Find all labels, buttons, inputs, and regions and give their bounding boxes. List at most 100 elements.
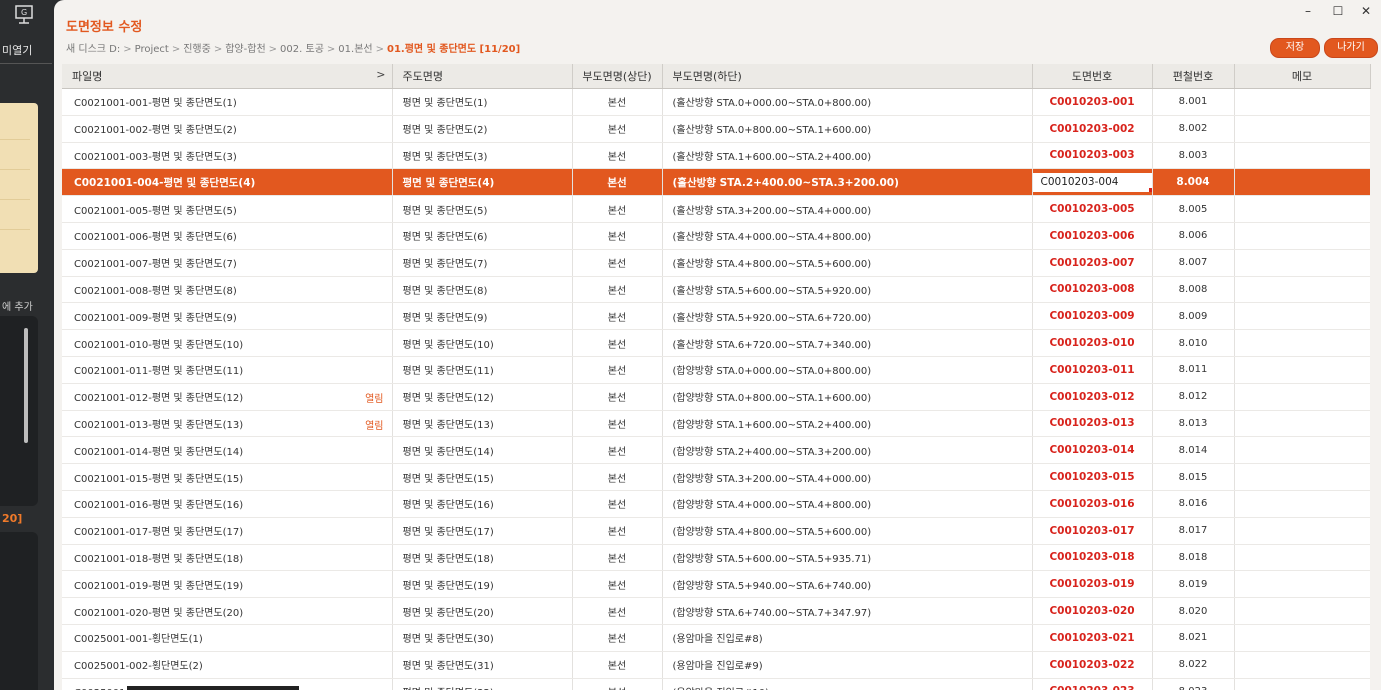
cell-memo[interactable] [1233,329,1370,357]
breadcrumb-item[interactable]: 진행중 [183,44,211,55]
table-row[interactable]: C0021001-015-평면 및 종단면도(15) 평면 및 종단면도(15) 본… [62,463,1370,491]
cell-sub-top[interactable]: 본선 [571,436,662,465]
cell-sub-bottom[interactable]: (용암마을 진입로#8) [661,624,1032,652]
table-row[interactable]: C0021001-017-평면 및 종단면도(17) 평면 및 종단면도(17) 본… [62,517,1370,545]
cell-main-title[interactable]: 평면 및 종단면도(11) [391,356,572,384]
cell-memo[interactable] [1233,222,1370,250]
cell-drawing-no[interactable]: C0010203-005 [1031,195,1152,223]
cell-file-name[interactable]: C0025001-001-횡단면도(1) [62,624,392,652]
cell-memo[interactable] [1233,678,1370,690]
cell-file-name[interactable]: C0021001-012-평면 및 종단면도(12) 열림 [62,383,392,411]
cell-file-name[interactable]: C0021001-015-평면 및 종단면도(15) [62,463,392,491]
column-header-memo[interactable]: 메모 [1234,64,1371,89]
cell-sub-bottom[interactable]: (합양방향 STA.5+600.00~STA.5+935.71) [661,544,1032,572]
cell-file-name[interactable]: C0021001-010-평면 및 종단면도(10) [62,329,392,357]
cell-main-title[interactable]: 평면 및 종단면도(5) [391,195,572,223]
table-row[interactable]: C0021001-010-평면 및 종단면도(10) 평면 및 종단면도(10) 본… [62,329,1370,357]
table-row[interactable]: C0021001-008-평면 및 종단면도(8) 평면 및 종단면도(8) 본선(… [62,276,1370,304]
cell-main-title[interactable]: 평면 및 종단면도(13) [391,410,572,438]
cell-sub-top[interactable]: 본선 [571,517,662,545]
drawing-no-editor[interactable]: C0010203-004 [1033,172,1152,192]
cell-memo[interactable] [1233,651,1370,679]
cell-drawing-no[interactable]: C0010203-011 [1031,356,1152,384]
cell-drawing-no[interactable]: C0010203-002 [1031,115,1152,143]
cell-memo[interactable] [1233,410,1370,438]
cell-sub-top[interactable]: 본선 [571,678,662,690]
cell-sub-bottom[interactable]: (홀산방향 STA.5+600.00~STA.5+920.00) [661,276,1032,304]
cell-binding-no[interactable]: 8.017 [1151,517,1234,545]
cell-main-title[interactable]: 평면 및 종단면도(4) [391,168,572,197]
cell-file-name[interactable]: C0021001-020-평면 및 종단면도(20) [62,597,392,625]
maximize-button[interactable]: ☐ [1328,4,1348,18]
cell-main-title[interactable]: 평면 및 종단면도(17) [391,517,572,545]
column-header-sub-bottom[interactable]: 부도면명(하단) [662,64,1033,89]
cell-memo[interactable] [1233,115,1370,143]
cell-memo[interactable] [1233,570,1370,599]
cell-sub-top[interactable]: 본선 [571,544,662,572]
cell-binding-no[interactable]: 8.020 [1151,597,1234,625]
cell-sub-bottom[interactable]: (합양방향 STA.0+000.00~STA.0+800.00) [661,356,1032,384]
cell-file-name[interactable]: C0021001-007-평면 및 종단면도(7) [62,249,392,277]
table-row[interactable]: C0021001-011-평면 및 종단면도(11) 평면 및 종단면도(11) 본… [62,356,1370,384]
cell-sub-top[interactable]: 본선 [571,195,662,223]
cell-memo[interactable] [1233,88,1370,116]
cell-sub-bottom[interactable]: (용암마을 진입로#10) [661,678,1032,690]
column-header-binding-no[interactable]: 편철번호 [1152,64,1235,89]
table-row[interactable]: C0021001-005-평면 및 종단면도(5) 평면 및 종단면도(5) 본선(… [62,195,1370,223]
cell-file-name[interactable]: C0021001-011-평면 및 종단면도(11) [62,356,392,384]
table-row[interactable]: C0021001-001-평면 및 종단면도(1) 평면 및 종단면도(1) 본선(… [62,88,1370,116]
table-row[interactable]: C0021001-007-평면 및 종단면도(7) 평면 및 종단면도(7) 본선(… [62,249,1370,277]
cell-drawing-no[interactable]: C0010203-006 [1031,222,1152,250]
cell-sub-bottom[interactable]: (홀산방향 STA.2+400.00~STA.3+200.00) [661,168,1032,197]
cell-file-name[interactable]: C0021001-005-평면 및 종단면도(5) [62,195,392,223]
cell-sub-bottom[interactable]: (합양방향 STA.4+000.00~STA.4+800.00) [661,490,1032,518]
cell-sub-top[interactable]: 본선 [571,168,662,197]
cell-main-title[interactable]: 평면 및 종단면도(12) [391,383,572,411]
cell-drawing-no[interactable]: C0010203-014 [1031,436,1152,465]
cell-binding-no[interactable]: 8.011 [1151,356,1234,384]
cell-memo[interactable] [1233,356,1370,384]
column-header-sub-top[interactable]: 부도면명(상단) [572,64,663,89]
cell-drawing-no[interactable]: C0010203-018 [1031,544,1152,572]
cell-file-name[interactable]: C0021001-006-평면 및 종단면도(6) [62,222,392,250]
cell-main-title[interactable]: 평면 및 종단면도(32) [391,678,572,690]
cell-sub-top[interactable]: 본선 [571,276,662,304]
cell-sub-bottom[interactable]: (합양방향 STA.0+800.00~STA.1+600.00) [661,383,1032,411]
cell-sub-top[interactable]: 본선 [571,302,662,331]
cell-drawing-no[interactable]: C0010203-023 [1031,678,1152,690]
background-label-open[interactable]: 미열기 [2,42,32,58]
cell-main-title[interactable]: 평면 및 종단면도(30) [391,624,572,652]
cell-binding-no[interactable]: 8.012 [1151,383,1234,411]
cell-file-name[interactable]: C0021001-014-평면 및 종단면도(14) [62,436,392,465]
cell-memo[interactable] [1233,142,1370,170]
cell-file-name[interactable]: C0025001-002-횡단면도(2) [62,651,392,679]
exit-button[interactable]: 나가기 [1324,38,1378,58]
cell-memo[interactable] [1233,597,1370,625]
cell-sub-bottom[interactable]: (홀산방향 STA.5+920.00~STA.6+720.00) [661,302,1032,331]
cell-drawing-no[interactable]: C0010203-004 [1031,168,1152,197]
table-row[interactable]: C0021001-016-평면 및 종단면도(16) 평면 및 종단면도(16) 본… [62,490,1370,518]
cell-sub-bottom[interactable]: (합양방향 STA.6+740.00~STA.7+347.97) [661,597,1032,625]
cell-binding-no[interactable]: 8.021 [1151,624,1234,652]
background-scrollbar[interactable] [24,328,28,443]
cell-file-name[interactable]: C0021001-001-평면 및 종단면도(1) [62,88,392,116]
cell-drawing-no[interactable]: C0010203-021 [1031,624,1152,652]
table-row[interactable]: C0025001-002-횡단면도(2) 평면 및 종단면도(31) 본선 (용암마을… [62,651,1370,679]
cell-binding-no[interactable]: 8.010 [1151,329,1234,357]
table-row[interactable]: C0021001-003-평면 및 종단면도(3) 평면 및 종단면도(3) 본선(… [62,142,1370,170]
table-row[interactable]: C0021001-004-평면 및 종단면도(4) 평면 및 종단면도(4) 본선(… [62,168,1370,197]
cell-sub-top[interactable]: 본선 [571,383,662,411]
cell-memo[interactable] [1233,517,1370,545]
cell-file-name[interactable]: C0021001-016-평면 및 종단면도(16) [62,490,392,518]
cell-drawing-no[interactable]: C0010203-008 [1031,276,1152,304]
cell-sub-top[interactable]: 본선 [571,249,662,277]
cell-main-title[interactable]: 평면 및 종단면도(14) [391,436,572,465]
cell-binding-no[interactable]: 8.022 [1151,651,1234,679]
cell-sub-top[interactable]: 본선 [571,88,662,116]
cell-main-title[interactable]: 평면 및 종단면도(16) [391,490,572,518]
cell-sub-top[interactable]: 본선 [571,222,662,250]
cell-sub-bottom[interactable]: (홀산방향 STA.0+800.00~STA.1+600.00) [661,115,1032,143]
cell-memo[interactable] [1233,490,1370,518]
cell-binding-no[interactable]: 8.009 [1151,302,1234,331]
cell-memo[interactable] [1233,463,1370,491]
